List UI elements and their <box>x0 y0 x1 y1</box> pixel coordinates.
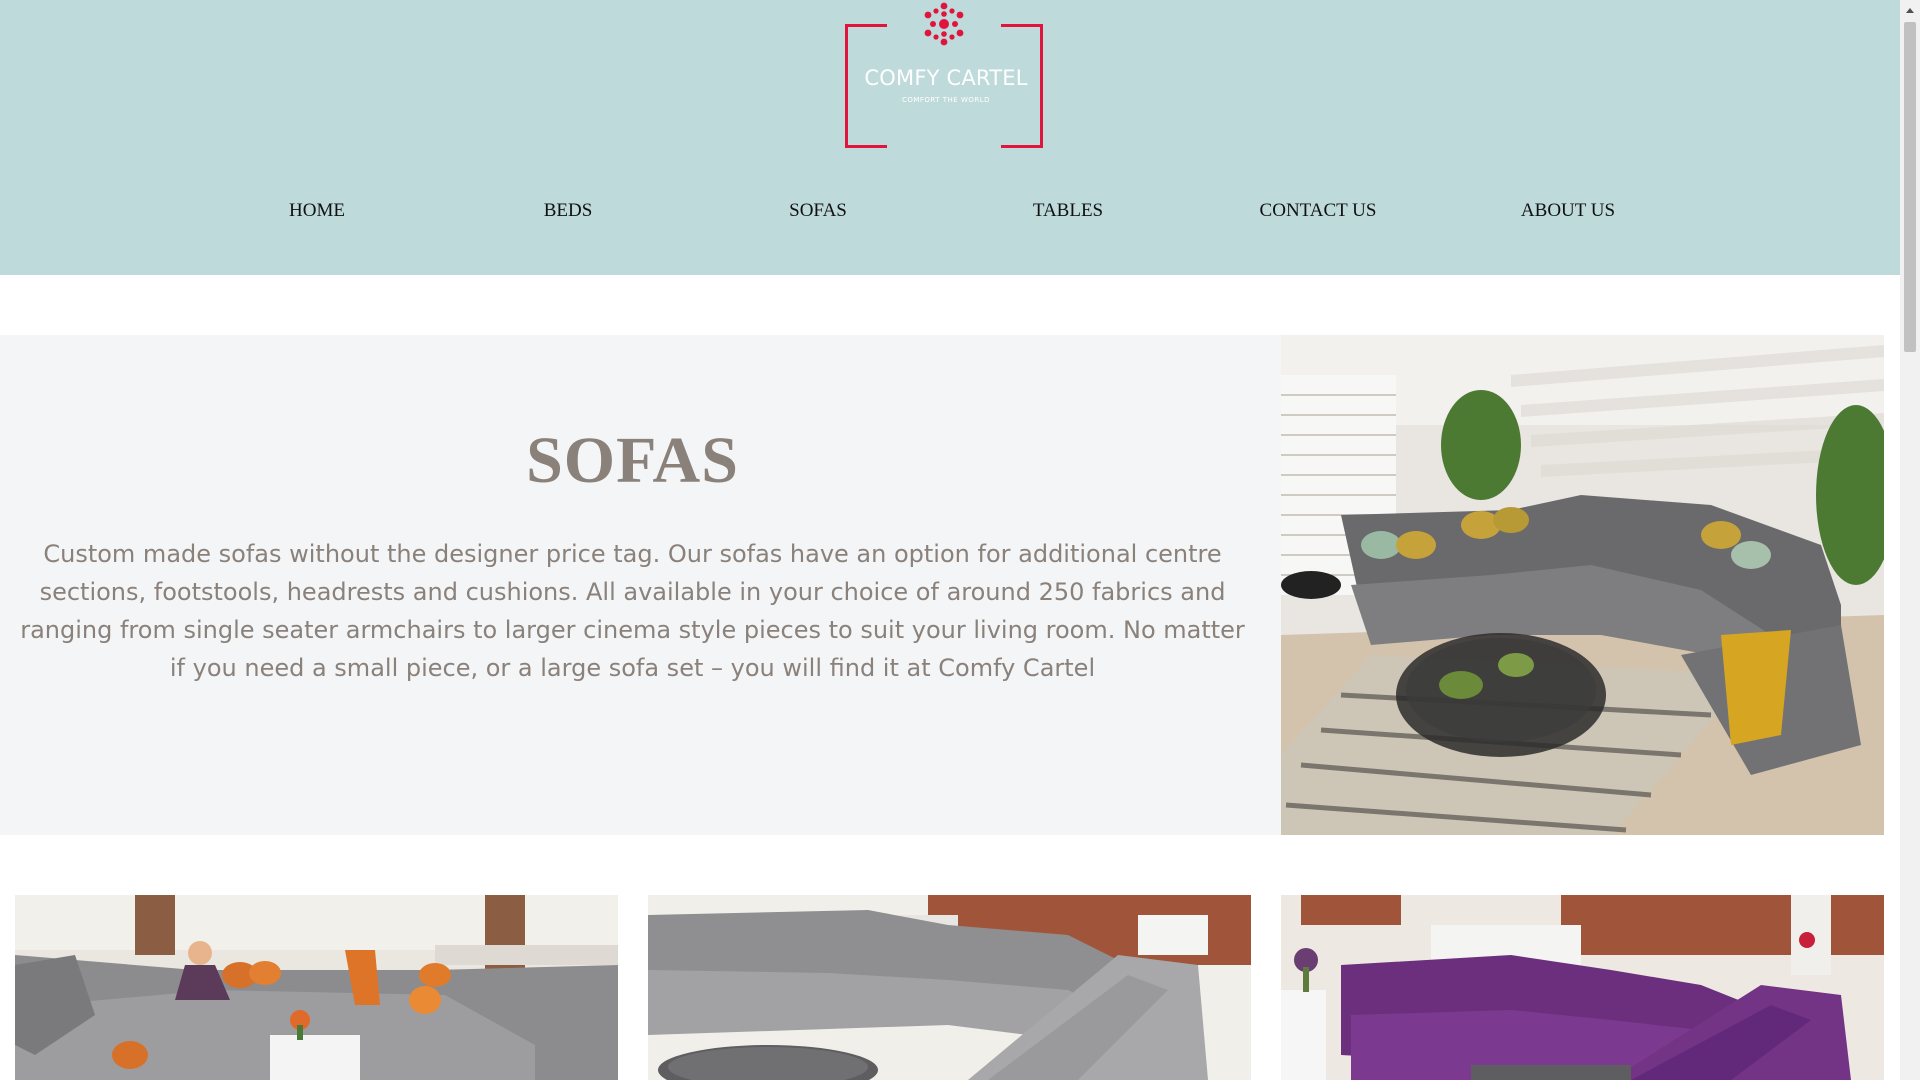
brand-name: COMFY CARTEL <box>864 66 1028 90</box>
product-image-1[interactable] <box>15 895 618 1080</box>
product-image-3[interactable] <box>1281 895 1884 1080</box>
site-logo[interactable]: COMFY CARTEL COMFORT THE WORLD <box>843 0 1049 155</box>
scrollbar-thumb[interactable] <box>1904 22 1916 352</box>
page: COMFY CARTEL COMFORT THE WORLD HOME BEDS… <box>0 0 1900 1080</box>
nav-beds[interactable]: BEDS <box>443 200 693 222</box>
scroll-up-arrow-icon[interactable] <box>1900 0 1920 20</box>
logo-emblem-icon <box>924 2 964 46</box>
nav-about-us[interactable]: ABOUT US <box>1443 200 1693 222</box>
nav-tables[interactable]: TABLES <box>943 200 1193 222</box>
nav-home[interactable]: HOME <box>192 200 442 222</box>
hero-text-panel: SOFAS Custom made sofas without the desi… <box>0 335 1265 835</box>
nav-contact-us[interactable]: CONTACT US <box>1193 200 1443 222</box>
brand-tagline: COMFORT THE WORLD <box>901 96 991 104</box>
hero-sofa-image <box>1281 335 1884 835</box>
page-title: SOFAS <box>526 424 739 497</box>
main-nav: HOME BEDS SOFAS TABLES CONTACT US ABOUT … <box>0 200 1900 226</box>
page-scrollbar[interactable] <box>1900 0 1920 1080</box>
product-image-2[interactable] <box>648 895 1251 1080</box>
site-header: COMFY CARTEL COMFORT THE WORLD HOME BEDS… <box>0 0 1900 275</box>
hero-description: Custom made sofas without the designer p… <box>20 540 1245 682</box>
hero-section: SOFAS Custom made sofas without the desi… <box>0 335 1884 835</box>
nav-sofas[interactable]: SOFAS <box>693 200 943 222</box>
